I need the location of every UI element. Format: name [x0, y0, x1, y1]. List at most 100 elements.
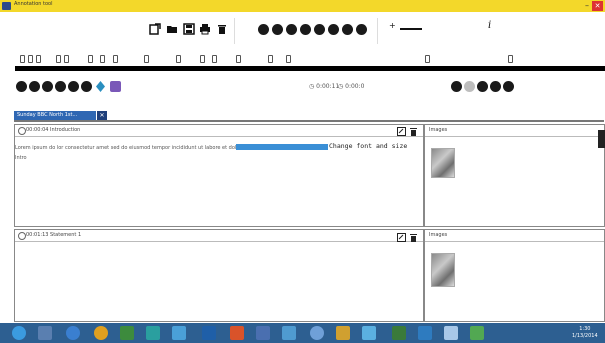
close-tab-button[interactable]: ✕	[97, 111, 107, 120]
delete-segment-icon[interactable]	[409, 127, 418, 136]
cube-icon[interactable]	[110, 81, 121, 92]
toolbar-round-button[interactable]	[300, 24, 311, 35]
timeline-marker[interactable]	[100, 55, 105, 63]
toolbar-round-button[interactable]	[328, 24, 339, 35]
timeline-marker[interactable]	[212, 55, 217, 63]
images-header: Images	[425, 125, 604, 137]
delete-icon[interactable]	[216, 23, 228, 35]
image-thumbnail[interactable]	[431, 253, 455, 287]
taskbar-app-icon[interactable]	[146, 326, 160, 340]
nav-button[interactable]	[81, 81, 92, 92]
scrollbar-thumb[interactable]	[598, 130, 605, 148]
toolbar-round-button[interactable]	[286, 24, 297, 35]
timeline-marker[interactable]	[88, 55, 93, 63]
timeline-marker[interactable]	[425, 55, 430, 63]
toolbar-round-button[interactable]	[258, 24, 269, 35]
segment-title: 00:01:13 Statement 1	[26, 232, 82, 238]
segment-header: 00:01:13 Statement 1	[15, 230, 423, 242]
close-window-button[interactable]: ✕	[592, 1, 603, 11]
zoom-in-icon[interactable]: +	[389, 21, 396, 30]
timeline-marker[interactable]	[236, 55, 241, 63]
toolbar-round-button[interactable]	[314, 24, 325, 35]
toolbar-round-button[interactable]	[272, 24, 283, 35]
change-font-text[interactable]: Change font and size	[329, 142, 407, 150]
minimize-button[interactable]: –	[583, 2, 591, 10]
save-icon[interactable]	[183, 23, 195, 35]
taskbar-app-icon[interactable]	[94, 326, 108, 340]
window-title: Annotation tool	[14, 1, 53, 7]
taskbar-app-icon[interactable]	[120, 326, 134, 340]
taskbar-app-icon[interactable]	[362, 326, 376, 340]
clock-time: 1:30	[579, 326, 591, 332]
playback-button[interactable]	[490, 81, 501, 92]
nav-button[interactable]	[68, 81, 79, 92]
start-button[interactable]	[12, 326, 26, 340]
segment-header: 00:00:04 Introduction	[15, 125, 423, 137]
nav-button[interactable]	[29, 81, 40, 92]
taskbar-app-icon[interactable]	[336, 326, 350, 340]
taskbar-app-icon[interactable]	[172, 326, 186, 340]
timeline-marker[interactable]	[144, 55, 149, 63]
taskbar-app-icon[interactable]	[418, 326, 432, 340]
window-title-bar	[0, 0, 605, 12]
segment-start-time: ◷ 0:00:11	[309, 83, 340, 90]
taskbar-app-icon[interactable]	[38, 326, 52, 340]
clock-date: 1/13/2014	[572, 333, 598, 339]
taskbar-app-icon[interactable]	[470, 326, 484, 340]
nav-button[interactable]	[16, 81, 27, 92]
taskbar-app-icon[interactable]	[310, 326, 324, 340]
toolbar-round-button[interactable]	[342, 24, 353, 35]
timeline-marker[interactable]	[64, 55, 69, 63]
image-thumbnail[interactable]	[431, 148, 455, 178]
marker-icon[interactable]	[96, 81, 105, 92]
segment-end-time: ◷ 0:00:0	[338, 83, 365, 90]
segment-text-line[interactable]: Intro	[15, 155, 27, 161]
delete-segment-icon[interactable]	[409, 233, 418, 242]
print-icon[interactable]	[199, 23, 211, 35]
segment-check-icon[interactable]	[18, 232, 26, 240]
playback-button[interactable]	[451, 81, 462, 92]
app-icon	[2, 2, 11, 10]
new-document-icon[interactable]	[149, 23, 161, 35]
toolbar-divider	[377, 18, 378, 44]
timeline-marker[interactable]	[286, 55, 291, 63]
open-folder-icon[interactable]	[166, 23, 178, 35]
segment-title: 00:00:04 Introduction	[26, 127, 81, 133]
taskbar-app-icon[interactable]	[66, 326, 80, 340]
playback-button[interactable]	[464, 81, 475, 92]
segment-text-panel[interactable]: 00:01:13 Statement 1	[14, 229, 424, 322]
taskbar-app-icon[interactable]	[202, 326, 216, 340]
taskbar-app-icon[interactable]	[444, 326, 458, 340]
taskbar-clock[interactable]: 1:30 1/13/2014	[572, 326, 598, 340]
taskbar-app-icon[interactable]	[392, 326, 406, 340]
timeline-marker[interactable]	[176, 55, 181, 63]
segment-check-icon[interactable]	[18, 127, 26, 135]
segment-text-panel[interactable]: 00:00:04 Introduction	[14, 124, 424, 227]
playback-button[interactable]	[477, 81, 488, 92]
timeline-marker[interactable]	[20, 55, 25, 63]
timeline-marker[interactable]	[508, 55, 513, 63]
toolbar-round-button[interactable]	[356, 24, 367, 35]
timeline-marker[interactable]	[36, 55, 41, 63]
zoom-slider[interactable]	[400, 28, 422, 30]
timeline-marker[interactable]	[200, 55, 205, 63]
tab-divider	[14, 120, 604, 122]
nav-button[interactable]	[55, 81, 66, 92]
taskbar-app-icon[interactable]	[256, 326, 270, 340]
nav-button[interactable]	[42, 81, 53, 92]
timeline-marker[interactable]	[268, 55, 273, 63]
italic-button[interactable]: i	[488, 20, 491, 31]
text-selection[interactable]	[236, 144, 328, 150]
playback-button[interactable]	[503, 81, 514, 92]
taskbar-app-icon[interactable]	[230, 326, 244, 340]
document-tab[interactable]: Sunday BBC North 1st...	[14, 111, 96, 120]
taskbar-app-icon[interactable]	[282, 326, 296, 340]
timeline-marker[interactable]	[28, 55, 33, 63]
os-taskbar	[0, 323, 605, 343]
timeline-marker[interactable]	[113, 55, 118, 63]
toolbar-divider	[234, 18, 235, 44]
edit-segment-icon[interactable]	[397, 233, 406, 242]
timeline-marker[interactable]	[56, 55, 61, 63]
timeline-bar[interactable]	[15, 66, 605, 71]
edit-segment-icon[interactable]	[397, 127, 406, 136]
